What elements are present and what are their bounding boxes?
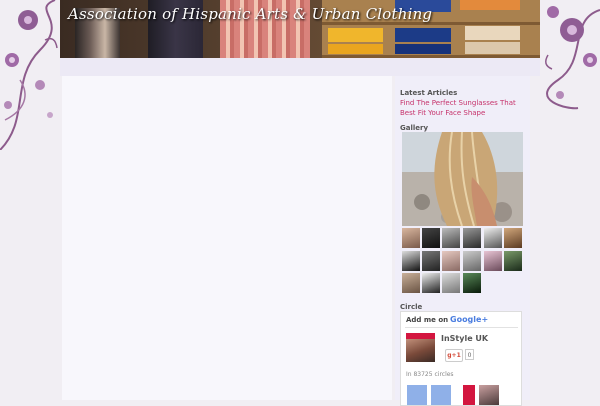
google-plus-badge: Add me on Google+ InStyle UK g+1 0 In 83… [400, 311, 522, 406]
gallery-thumbnail[interactable] [402, 228, 420, 248]
circles-count-text: In 83725 circles [406, 371, 454, 378]
avatar-logo-strip [406, 333, 435, 339]
site-header-banner: Association of Hispanic Arts & Urban Clo… [60, 0, 540, 58]
banner-clothes [328, 44, 383, 54]
floral-ornament-left-icon [0, 0, 58, 150]
gallery-thumbnail[interactable] [504, 251, 522, 271]
gallery-thumbnail[interactable] [442, 273, 460, 293]
banner-clothes [460, 0, 520, 10]
follower-avatar[interactable] [407, 385, 427, 405]
add-me-label: Add me on [406, 316, 449, 324]
banner-clothes [465, 26, 520, 40]
follower-avatar[interactable] [455, 385, 475, 405]
follower-avatar[interactable] [479, 385, 499, 405]
latest-article-link[interactable]: Find The Perfect Sunglasses That Best Fi… [400, 98, 526, 118]
gallery-thumbnail[interactable] [484, 228, 502, 248]
gallery-thumbnail[interactable] [463, 228, 481, 248]
plus-one-button[interactable]: g+1 [445, 349, 463, 362]
gallery-thumbnail[interactable] [504, 228, 522, 248]
gallery-thumbnail[interactable] [402, 251, 420, 271]
google-plus-logo-icon[interactable]: Google+ [450, 315, 488, 324]
gallery-thumbnail[interactable] [422, 251, 440, 271]
gallery-thumbnail[interactable] [442, 251, 460, 271]
gallery-thumbnail[interactable] [442, 228, 460, 248]
gallery-thumbnail[interactable] [422, 273, 440, 293]
banner-clothes [328, 28, 383, 42]
gallery-thumbnail[interactable] [463, 273, 481, 293]
gallery-thumbnail[interactable] [402, 273, 420, 293]
gallery-heading: Gallery [400, 124, 429, 132]
gallery-thumbnail[interactable] [484, 251, 502, 271]
gallery-thumbnail[interactable] [422, 228, 440, 248]
gallery-thumbnail[interactable] [463, 251, 481, 271]
banner-clothes [395, 28, 451, 42]
follower-avatar[interactable] [431, 385, 451, 405]
gallery-main-photo-image [402, 132, 523, 226]
banner-clothes [465, 42, 520, 54]
header-underbar [60, 58, 540, 76]
latest-articles-heading: Latest Articles [400, 89, 458, 97]
badge-divider [405, 327, 518, 328]
circle-heading: Circle [400, 303, 423, 311]
plus-one-count: 0 [465, 349, 474, 360]
site-title[interactable]: Association of Hispanic Arts & Urban Clo… [68, 5, 432, 23]
profile-avatar[interactable] [406, 333, 435, 362]
main-content [62, 76, 392, 400]
floral-ornament-right-icon [545, 6, 600, 110]
profile-name[interactable]: InStyle UK [441, 334, 488, 343]
banner-clothes [395, 44, 451, 54]
gallery-main-photo[interactable] [402, 132, 523, 226]
